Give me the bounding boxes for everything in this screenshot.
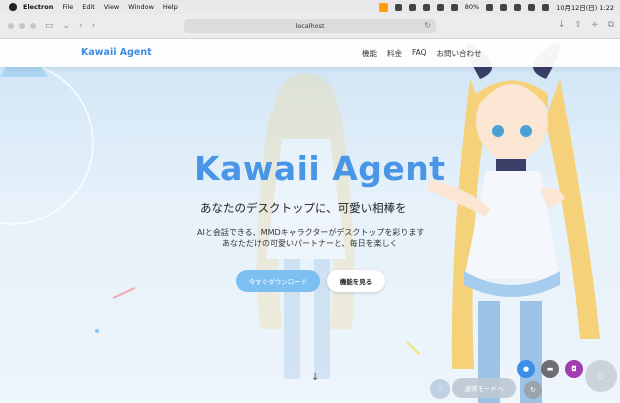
hand-icon[interactable]: ☝ (430, 379, 450, 399)
nav-features[interactable]: 機能 (362, 48, 377, 59)
refresh-icon[interactable]: ↻ (524, 381, 542, 399)
play-icon[interactable] (394, 3, 402, 11)
back-icon[interactable]: ‹ (79, 21, 83, 31)
reload-icon[interactable]: ↻ (424, 21, 431, 30)
menu-window[interactable]: Window (128, 3, 154, 11)
battery-percent: 80% (464, 3, 480, 11)
camera-icon[interactable]: ◘ (565, 360, 583, 378)
battery-icon[interactable] (486, 3, 494, 11)
forward-icon[interactable]: › (92, 21, 96, 31)
background-character (256, 73, 355, 379)
window-controls (8, 23, 36, 29)
bluetooth-icon[interactable] (408, 3, 416, 11)
wifi-icon[interactable] (500, 3, 508, 11)
share-icon[interactable]: ⇪ (574, 20, 582, 30)
url-text: localhost (295, 22, 325, 30)
volume-icon[interactable] (450, 3, 458, 11)
control-center-icon[interactable] (528, 3, 536, 11)
site-logo[interactable]: Kawaii Agent (81, 47, 152, 58)
search-icon[interactable] (514, 3, 522, 11)
download-icon[interactable]: ↓ (558, 20, 566, 30)
menu-help[interactable]: Help (163, 3, 178, 11)
zoom-window-button[interactable] (30, 23, 36, 29)
browser-toolbar: ▭ ⌄ ‹ › localhost ↻ ↓ ⇪ + ⧉ (0, 14, 620, 39)
page-content: Kawaii Agent 機能 料金 FAQ お問い合わせ Kawaii Age… (0, 39, 620, 403)
address-bar[interactable]: localhost ↻ (184, 19, 436, 33)
new-tab-icon[interactable]: + (591, 20, 599, 30)
sidebar-icon[interactable]: ▭ (45, 21, 54, 31)
menubar: Electron File Edit View Window Help 80% … (0, 0, 620, 14)
menu-file[interactable]: File (62, 3, 73, 11)
assistant-toggle-icon[interactable]: ○ (585, 360, 617, 392)
menu-view[interactable]: View (104, 3, 119, 11)
nav-pricing[interactable]: 料金 (387, 48, 402, 59)
main-character (426, 43, 600, 403)
nav-links: 機能 料金 FAQ お問い合わせ (362, 48, 482, 59)
status-area: 80% 10月12日(日) 1:22 (378, 2, 614, 12)
hero-subtitle: あなたのデスクトップに、可愛い相棒を (200, 201, 407, 215)
hero-description-line2: あなただけの可愛いパートナーと、毎日を楽しく (222, 239, 398, 248)
gear-icon[interactable] (422, 3, 430, 11)
site-navbar: Kawaii Agent 機能 料金 FAQ お問い合わせ (0, 39, 620, 67)
minimize-window-button[interactable] (19, 23, 25, 29)
close-window-button[interactable] (8, 23, 14, 29)
datetime[interactable]: 10月12日(日) 1:22 (556, 2, 614, 12)
mic-icon[interactable]: ● (517, 360, 535, 378)
tab-overview-icon[interactable]: ⧉ (608, 20, 614, 30)
normal-mode-button[interactable]: 通常モードへ (452, 378, 516, 398)
scroll-down-icon[interactable]: ↓ (311, 372, 319, 383)
characters-illustration (256, 43, 600, 403)
features-button[interactable]: 機能を見る (327, 270, 385, 292)
hero-title: Kawaii Agent (194, 149, 446, 188)
chat-icon[interactable]: ▬ (541, 360, 559, 378)
display-icon[interactable] (436, 3, 444, 11)
menu-edit[interactable]: Edit (82, 3, 95, 11)
apple-icon[interactable] (9, 3, 17, 11)
menu-app[interactable]: Electron (23, 3, 53, 11)
hero-description-line1: AIと会話できる、MMDキャラクターがデスクトップを彩ります (197, 228, 425, 237)
nav-contact[interactable]: お問い合わせ (437, 48, 482, 59)
download-button[interactable]: 今すぐダウンロード (236, 270, 320, 292)
mic-status-icon[interactable] (378, 2, 388, 12)
toolbar-right: ↓ ⇪ + ⧉ (558, 20, 614, 30)
nav-faq[interactable]: FAQ (412, 48, 427, 59)
chevron-down-icon[interactable]: ⌄ (63, 21, 71, 31)
siri-icon[interactable] (542, 3, 550, 11)
